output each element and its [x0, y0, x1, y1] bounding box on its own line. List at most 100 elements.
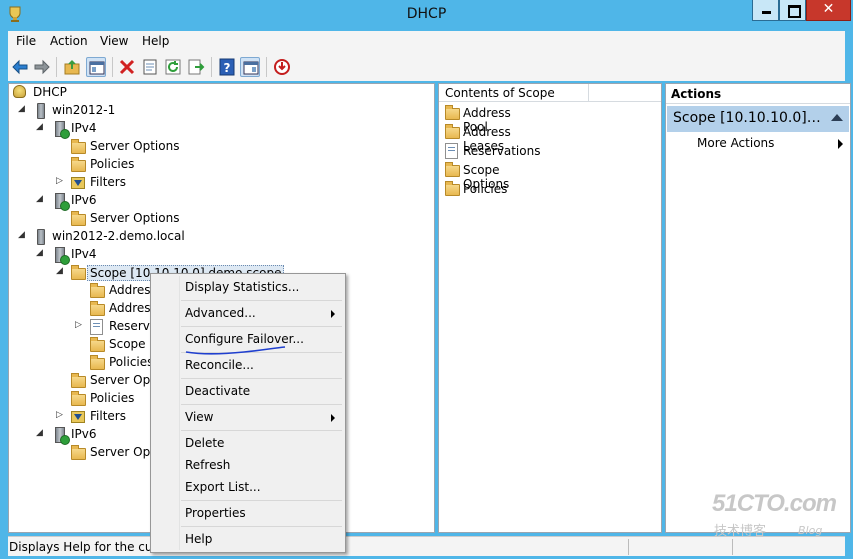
- reservations-icon: [445, 143, 458, 159]
- menu-export-list[interactable]: Export List...: [185, 480, 261, 494]
- export-list-icon[interactable]: [186, 57, 206, 77]
- server-options-icon: [71, 445, 86, 460]
- menu-separator: [181, 326, 342, 327]
- menu-delete[interactable]: Delete: [185, 436, 224, 450]
- server-icon: [37, 229, 45, 245]
- server-options-icon: [71, 139, 86, 154]
- menu-action[interactable]: Action: [50, 34, 88, 48]
- expand-arrow-icon[interactable]: ▷: [56, 176, 63, 186]
- svg-text:?: ?: [224, 61, 231, 75]
- back-icon[interactable]: [10, 57, 30, 77]
- menu-separator: [181, 300, 342, 301]
- menu-view[interactable]: View: [185, 410, 213, 424]
- collapse-arrow-icon[interactable]: ◢: [56, 266, 63, 276]
- menu-separator: [181, 500, 342, 501]
- scope-options-icon: [445, 162, 460, 177]
- maximize-button[interactable]: [779, 0, 806, 21]
- show-hide-console-tree-icon[interactable]: [86, 57, 106, 77]
- more-actions-link[interactable]: More Actions: [697, 136, 774, 150]
- submenu-arrow-icon: [331, 414, 335, 422]
- expand-arrow-icon[interactable]: ▷: [75, 320, 82, 330]
- menu-configure-failover[interactable]: Configure Failover...: [185, 332, 304, 346]
- address-pool-icon: [90, 283, 105, 298]
- results-pane[interactable]: Contents of Scope Address Pool Address L…: [438, 83, 662, 533]
- window-title: DHCP: [406, 6, 447, 22]
- menu-file[interactable]: File: [16, 34, 36, 48]
- minimize-button[interactable]: [752, 0, 779, 21]
- watermark-caption: 技术博客: [714, 524, 767, 539]
- show-action-pane-icon[interactable]: [240, 57, 260, 77]
- toolbar: ?: [8, 53, 845, 81]
- status-cell: [628, 539, 629, 555]
- menu-separator: [181, 430, 342, 431]
- menu-properties[interactable]: Properties: [185, 506, 246, 520]
- status-cell: [732, 539, 733, 555]
- delete-icon[interactable]: [117, 57, 137, 77]
- watermark-blog: Blog: [798, 524, 823, 537]
- ipv6-icon: [53, 427, 70, 445]
- watermark-logo: 51CTO.com: [712, 490, 837, 517]
- policies-icon: [71, 157, 86, 172]
- menu-advanced[interactable]: Advanced...: [185, 306, 256, 320]
- dhcp-window: DHCP ✕ File Action View Help ? DHCP ◢ wi…: [0, 0, 853, 559]
- collapse-arrow-icon[interactable]: ◢: [36, 248, 43, 258]
- help-icon[interactable]: ?: [217, 57, 237, 77]
- collapse-arrow-icon[interactable]: ◢: [36, 194, 43, 204]
- ipv4-icon: [53, 247, 70, 265]
- actions-scope-section[interactable]: Scope [10.10.10.0] demo scope: [667, 106, 849, 132]
- annotation-underline: [185, 346, 286, 355]
- status-bar: Displays Help for the current selection.: [8, 536, 845, 556]
- title-bar[interactable]: DHCP ✕: [0, 0, 853, 30]
- submenu-arrow-icon: [838, 139, 843, 149]
- menu-separator: [181, 378, 342, 379]
- deactivate-icon[interactable]: [272, 57, 292, 77]
- up-folder-icon[interactable]: [62, 57, 82, 77]
- toolbar-separator: [211, 57, 212, 77]
- toolbar-separator: [266, 57, 267, 77]
- server-icon: [37, 103, 45, 119]
- close-button[interactable]: ✕: [806, 0, 851, 21]
- collapse-arrow-icon[interactable]: ◢: [18, 230, 25, 240]
- filter-icon: [71, 411, 85, 423]
- menu-reconcile[interactable]: Reconcile...: [185, 358, 254, 372]
- menu-view[interactable]: View: [100, 34, 128, 48]
- collapse-up-icon[interactable]: [831, 114, 843, 121]
- server-options-icon: [71, 373, 86, 388]
- actions-header: Actions: [666, 84, 850, 104]
- policies-icon: [445, 181, 460, 196]
- properties-icon[interactable]: [140, 57, 160, 77]
- expand-arrow-icon[interactable]: ▷: [56, 410, 63, 420]
- menu-refresh[interactable]: Refresh: [185, 458, 230, 472]
- ipv6-icon: [53, 193, 70, 211]
- filter-icon: [71, 177, 85, 189]
- reservations-icon: [90, 319, 103, 335]
- menu-help[interactable]: Help: [185, 532, 212, 546]
- toolbar-separator: [112, 57, 113, 77]
- address-leases-icon: [90, 301, 105, 316]
- server-options-icon: [71, 211, 86, 226]
- policies-icon: [90, 355, 105, 370]
- policies-icon: [71, 391, 86, 406]
- forward-icon[interactable]: [32, 57, 52, 77]
- collapse-arrow-icon[interactable]: ◢: [18, 104, 25, 114]
- menu-help[interactable]: Help: [142, 34, 169, 48]
- address-leases-icon: [445, 124, 460, 139]
- close-icon: ✕: [822, 1, 835, 17]
- refresh-icon[interactable]: [163, 57, 183, 77]
- ipv4-icon: [53, 121, 70, 139]
- column-header[interactable]: Contents of Scope: [439, 84, 589, 102]
- scope-options-icon: [90, 337, 105, 352]
- menu-deactivate[interactable]: Deactivate: [185, 384, 250, 398]
- column-header-filler: [589, 84, 661, 102]
- menu-separator: [181, 404, 342, 405]
- menu-display-statistics[interactable]: Display Statistics...: [185, 280, 299, 294]
- toolbar-separator: [56, 57, 57, 77]
- scope-folder-icon: [71, 265, 86, 280]
- menu-separator: [181, 526, 342, 527]
- menu-bar: File Action View Help: [8, 31, 845, 53]
- collapse-arrow-icon[interactable]: ◢: [36, 428, 43, 438]
- submenu-arrow-icon: [331, 310, 335, 318]
- actions-pane: Actions Scope [10.10.10.0] demo scope Mo…: [665, 83, 851, 533]
- address-pool-icon: [445, 105, 460, 120]
- collapse-arrow-icon[interactable]: ◢: [36, 122, 43, 132]
